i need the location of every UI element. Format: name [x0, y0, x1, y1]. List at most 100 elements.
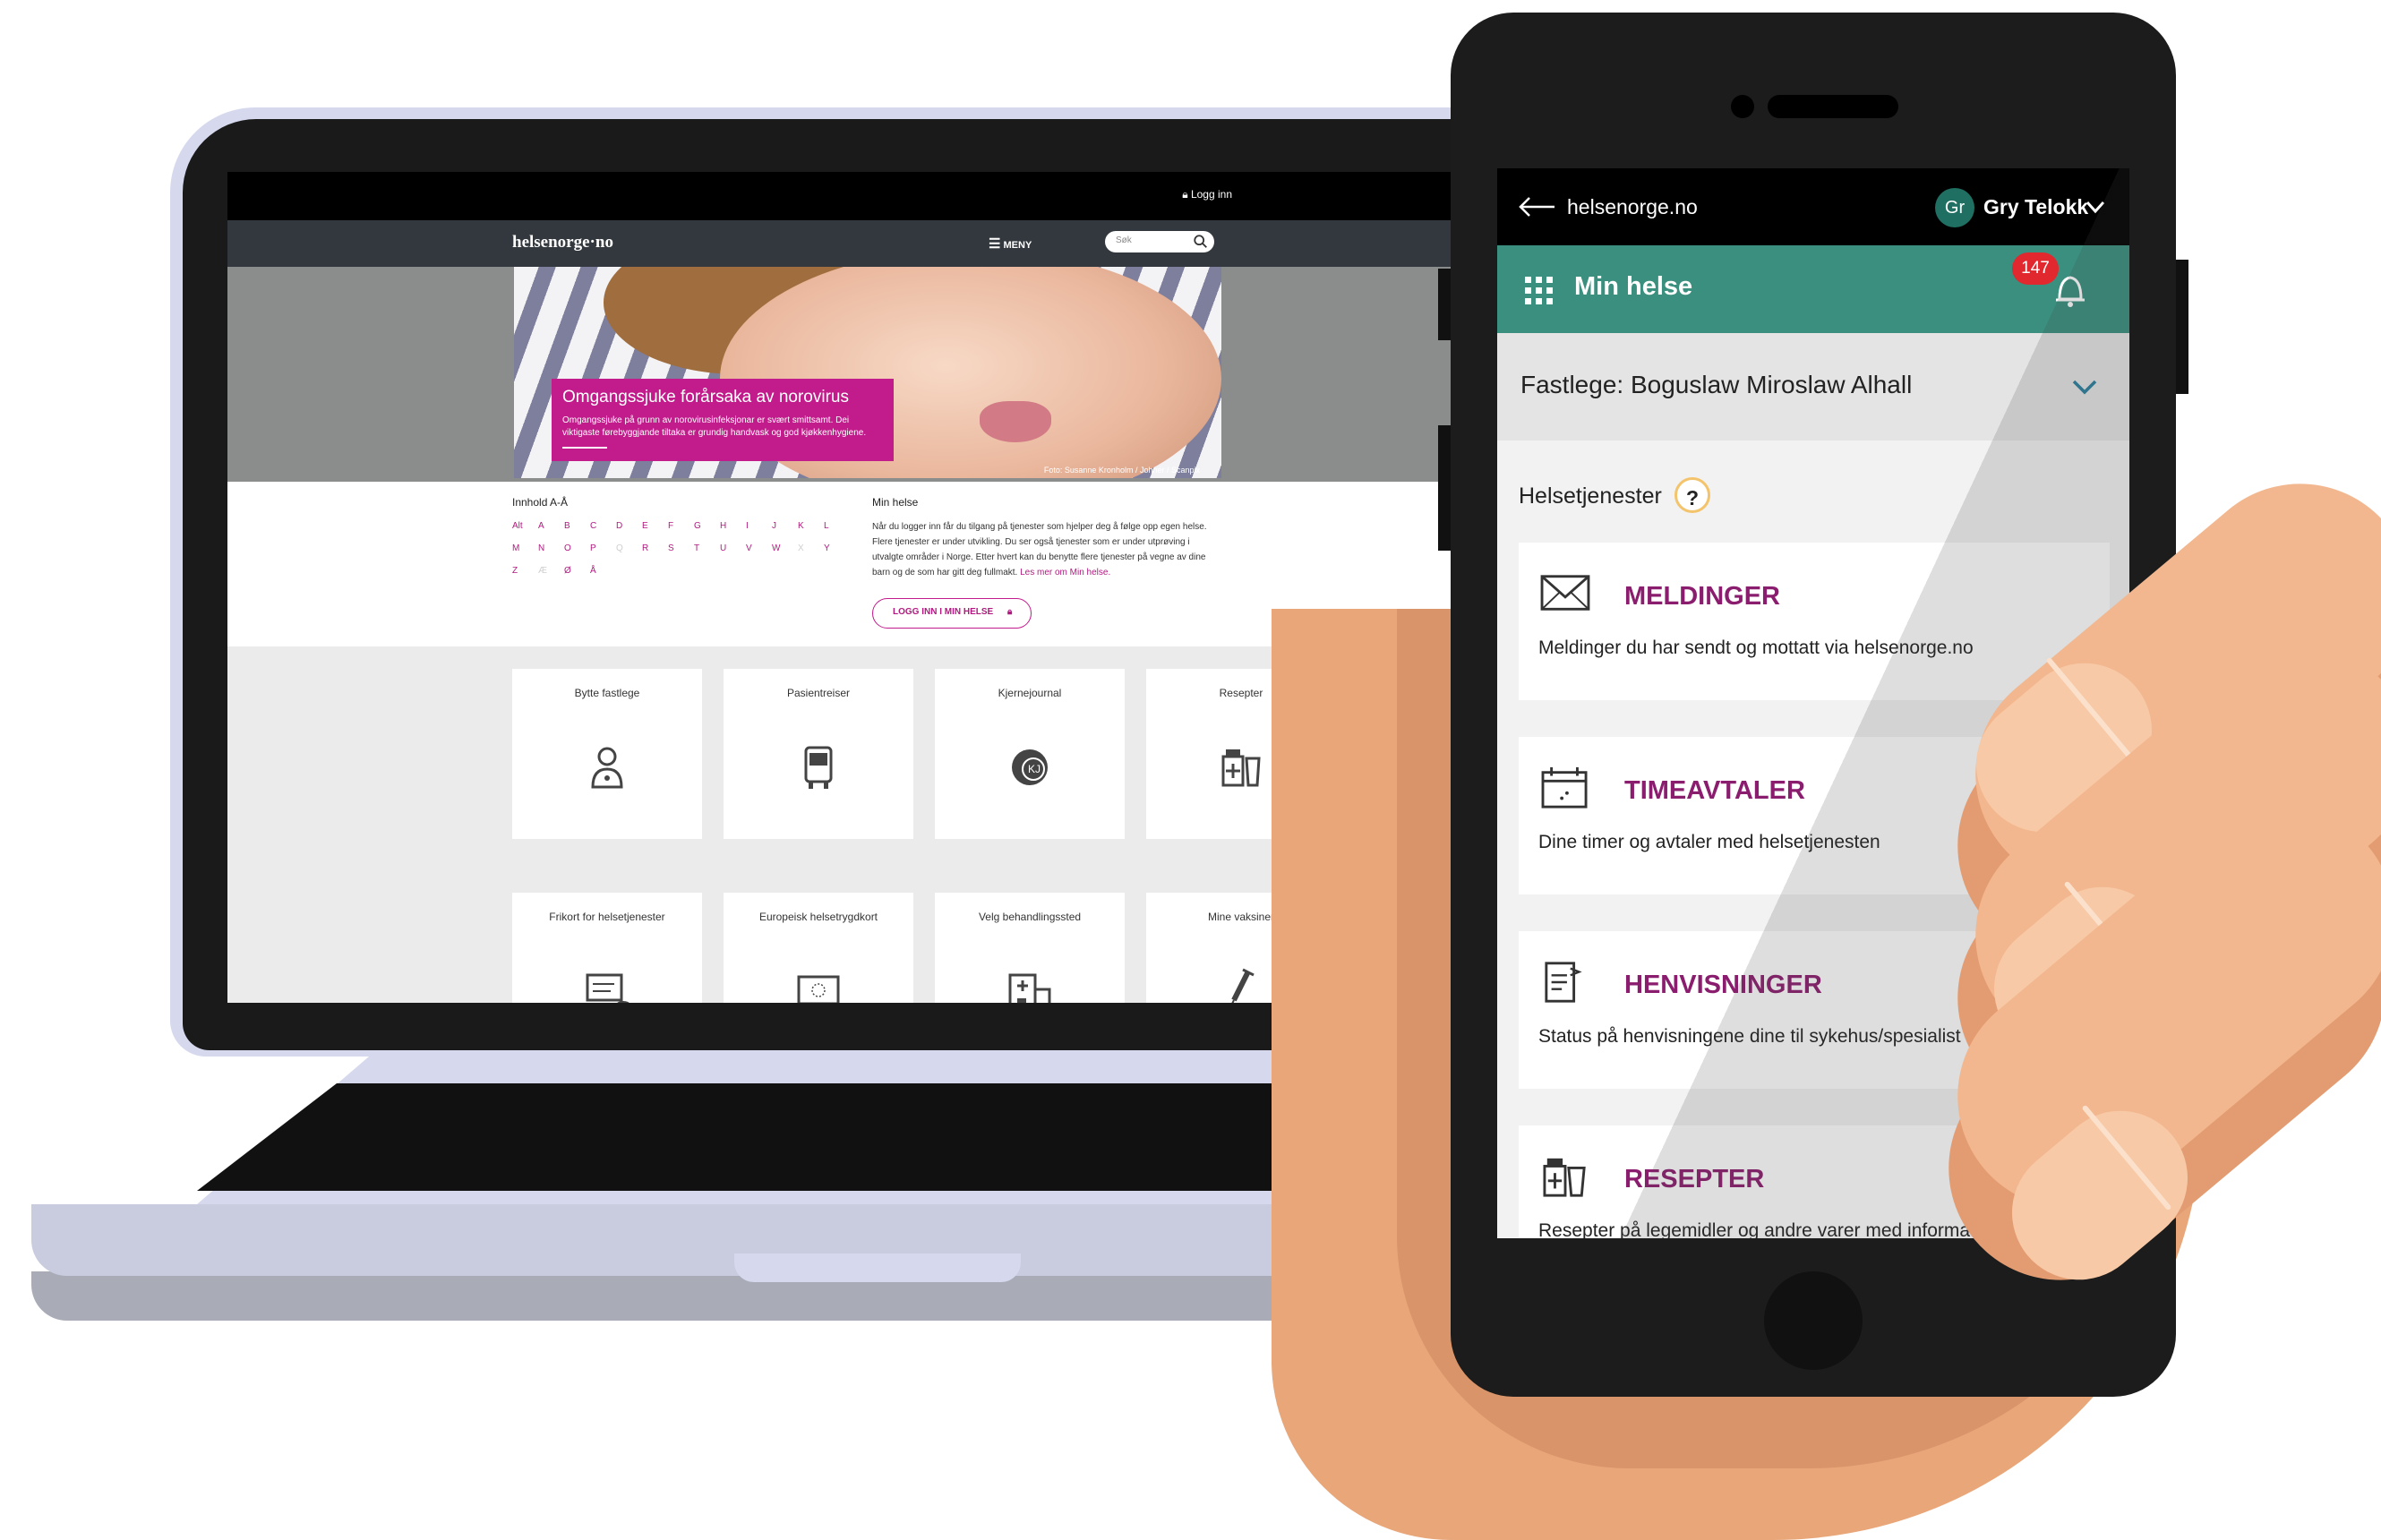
az-letter[interactable]: L — [824, 521, 850, 531]
service-tile[interactable]: Velg behandlingssted — [935, 893, 1125, 1003]
phone-home-button[interactable] — [1764, 1271, 1863, 1370]
az-letter[interactable]: Alt — [512, 521, 538, 531]
az-letter[interactable]: D — [616, 521, 642, 531]
az-letter[interactable]: P — [590, 543, 616, 553]
card-title: HENVISNINGER — [1624, 971, 1822, 999]
svg-text:KJ: KJ — [1028, 763, 1041, 775]
hero-image: Omgangssjuke forårsaka av norovirus Omga… — [514, 267, 1221, 478]
doctor-icon — [591, 747, 623, 789]
az-letter[interactable]: W — [772, 543, 798, 553]
prescription-icon — [1543, 1158, 1586, 1197]
calendar-icon — [1541, 766, 1588, 808]
service-tile[interactable]: Bytte fastlege — [512, 669, 702, 839]
fastlege-label: Fastlege: Boguslaw Miroslaw Alhall — [1520, 371, 1913, 398]
hero-card[interactable]: Omgangssjuke forårsaka av norovirus Omga… — [552, 379, 894, 461]
az-letter[interactable]: N — [538, 543, 564, 553]
search-input[interactable]: Søk — [1105, 231, 1214, 252]
login-link[interactable]: 🔒︎ Logg inn — [1182, 188, 1232, 201]
az-letter[interactable]: E — [642, 521, 668, 531]
hero-title: Omgangssjuke forårsaka av norovirus — [562, 388, 849, 406]
site-logo[interactable]: helsenorge·no — [512, 233, 613, 252]
service-tile[interactable]: Europeisk helsetrygdkort — [724, 893, 913, 1003]
az-letter[interactable]: R — [642, 543, 668, 553]
eu-card-icon — [797, 975, 840, 1003]
phone-side-button — [1438, 269, 1451, 340]
notification-badge: 147 — [2012, 252, 2059, 285]
laptop-notch — [734, 1253, 1021, 1282]
service-tile[interactable]: Frikort for helsetjenester — [512, 893, 702, 1003]
bus-icon — [804, 746, 833, 789]
back-arrow-icon[interactable] — [1517, 193, 1558, 220]
card-title: TIMEAVTALER — [1624, 776, 1805, 805]
az-row: MNOPQ RSTUVWX Y — [512, 543, 852, 553]
envelope-icon — [1540, 575, 1590, 611]
az-letter[interactable]: O — [564, 543, 590, 553]
az-letter[interactable]: U — [720, 543, 746, 553]
tile-label: Frikort for helsetjenester — [549, 911, 665, 923]
minhelse-link[interactable]: Les mer om Min helse. — [1020, 568, 1110, 578]
user-name[interactable]: Gry Telokk — [1983, 195, 2088, 219]
service-card[interactable]: MELDINGER Meldinger du har sendt og motta… — [1519, 543, 2110, 700]
menu-button[interactable]: ☰ MENY — [989, 235, 1032, 252]
fastlege-dropdown[interactable]: Fastlege: Boguslaw Miroslaw Alhall — [1497, 333, 2129, 441]
menu-label: MENY — [1003, 240, 1032, 251]
az-letter[interactable]: G — [694, 521, 720, 531]
card-icon — [586, 973, 630, 1003]
tile-label: Kjernejournal — [998, 687, 1062, 699]
search-icon[interactable] — [1193, 234, 1209, 250]
az-letter[interactable]: Z — [512, 566, 538, 576]
az-letter[interactable]: Å — [590, 566, 616, 576]
lock-icon: 🔒︎ — [1007, 607, 1013, 617]
az-letter[interactable]: V — [746, 543, 772, 553]
phone-side-button — [1438, 425, 1451, 551]
az-row: ZÆ ØÅ — [512, 566, 852, 576]
search-placeholder: Søk — [1116, 235, 1132, 245]
phone-side-button — [2176, 260, 2188, 394]
hospital-icon — [1008, 973, 1051, 1003]
az-letter[interactable]: C — [590, 521, 616, 531]
az-letter: Q — [616, 543, 623, 553]
lock-icon: 🔒︎ — [1182, 188, 1188, 201]
service-tile[interactable]: Pasientreiser — [724, 669, 913, 839]
az-letter[interactable]: M — [512, 543, 538, 553]
avatar[interactable]: Gr — [1935, 188, 1974, 227]
minhelse-heading: Min helse — [872, 496, 919, 509]
az-letter[interactable]: Ø — [564, 566, 590, 576]
arrow-right-icon — [562, 447, 607, 449]
prescription-icon — [1221, 749, 1261, 787]
az-index: Innhold A-Å Alt A B C D E F G H I J K L M N O P Q R S T U V W X Y… — [512, 496, 852, 576]
service-tile[interactable]: Kjernejournal KJ — [935, 669, 1125, 839]
az-letter[interactable]: K — [798, 521, 824, 531]
minhelse-section: Min helse Når du logger inn får du tilga… — [872, 496, 1212, 580]
hero-text: Omgangssjuke på grunn av norovirusinfeks… — [562, 415, 867, 438]
card-title: RESEPTER — [1624, 1165, 1765, 1194]
az-letter[interactable]: T — [694, 543, 720, 553]
az-letter[interactable]: H — [720, 521, 746, 531]
chevron-down-icon[interactable] — [2084, 195, 2107, 218]
phone-speaker — [1768, 95, 1898, 118]
help-icon[interactable]: ? — [1674, 477, 1710, 513]
card-description: Meldinger du har sendt og mottatt via he… — [1538, 637, 1974, 658]
az-letter[interactable]: A — [538, 521, 564, 531]
login-minhelse-button[interactable]: LOGG INN I MIN HELSE 🔒︎ — [872, 598, 1032, 629]
az-letter: X — [798, 543, 804, 553]
login-label: Logg inn — [1190, 188, 1232, 201]
bell-icon[interactable] — [2052, 270, 2088, 310]
site-topbar: 🔒︎ Logg inn — [227, 172, 1463, 220]
chevron-down-icon[interactable] — [2070, 376, 2099, 398]
az-letter[interactable]: I — [746, 521, 772, 531]
az-row: Alt A B C D E F G H I J K L — [512, 521, 852, 531]
phone-site-name[interactable]: helsenorge.no — [1567, 195, 1698, 219]
az-letter[interactable]: B — [564, 521, 590, 531]
photo-credit: Foto: Susanne Kronholm / Johnér / Scanpi… — [1043, 466, 1200, 475]
app-grid-icon[interactable] — [1524, 276, 1555, 306]
az-letter: Æ — [538, 566, 547, 576]
services-label: Helsetjenester — [1519, 483, 1662, 509]
az-letter[interactable]: J — [772, 521, 798, 531]
az-letter[interactable]: S — [668, 543, 694, 553]
card-title: MELDINGER — [1624, 582, 1780, 611]
az-letter[interactable]: Y — [824, 543, 850, 553]
login-minhelse-label: LOGG INN I MIN HELSE — [893, 607, 994, 617]
phone-topbar: helsenorge.no Gr Gry Telokk — [1497, 168, 2129, 245]
az-letter[interactable]: F — [668, 521, 694, 531]
